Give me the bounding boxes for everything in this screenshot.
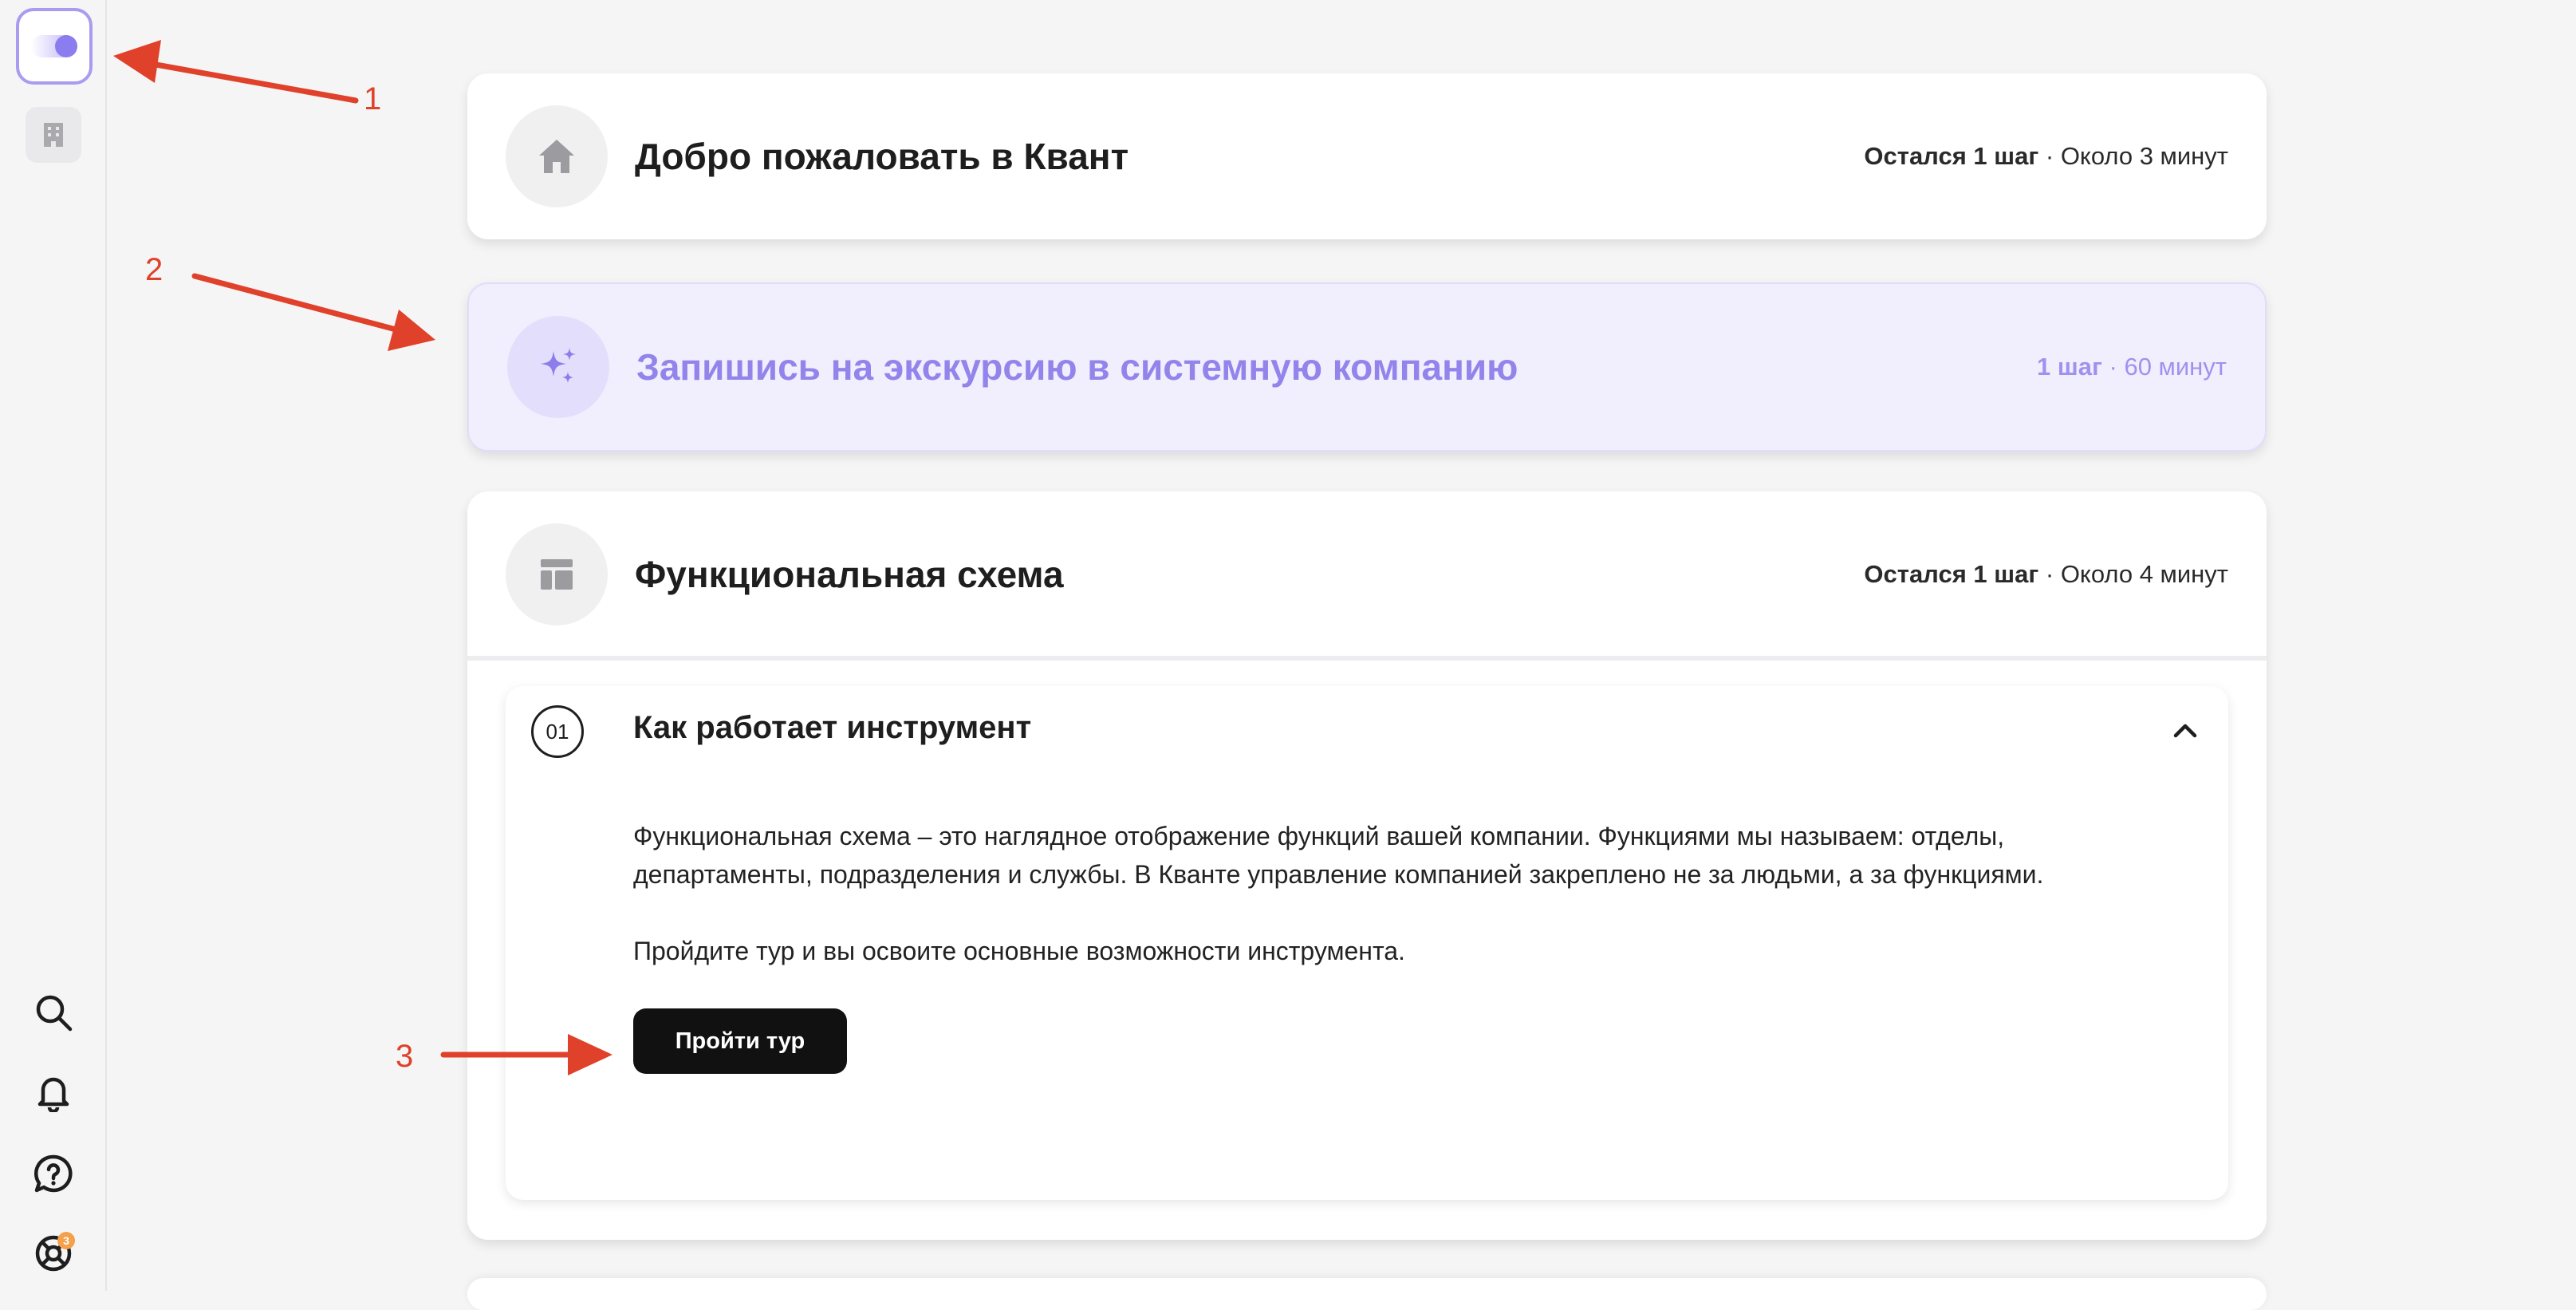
annotation-label-3: 3 xyxy=(396,1039,414,1074)
annotation-label-1: 1 xyxy=(364,81,382,116)
annotation-arrows xyxy=(113,40,612,1075)
annotation-label-2: 2 xyxy=(145,252,163,287)
